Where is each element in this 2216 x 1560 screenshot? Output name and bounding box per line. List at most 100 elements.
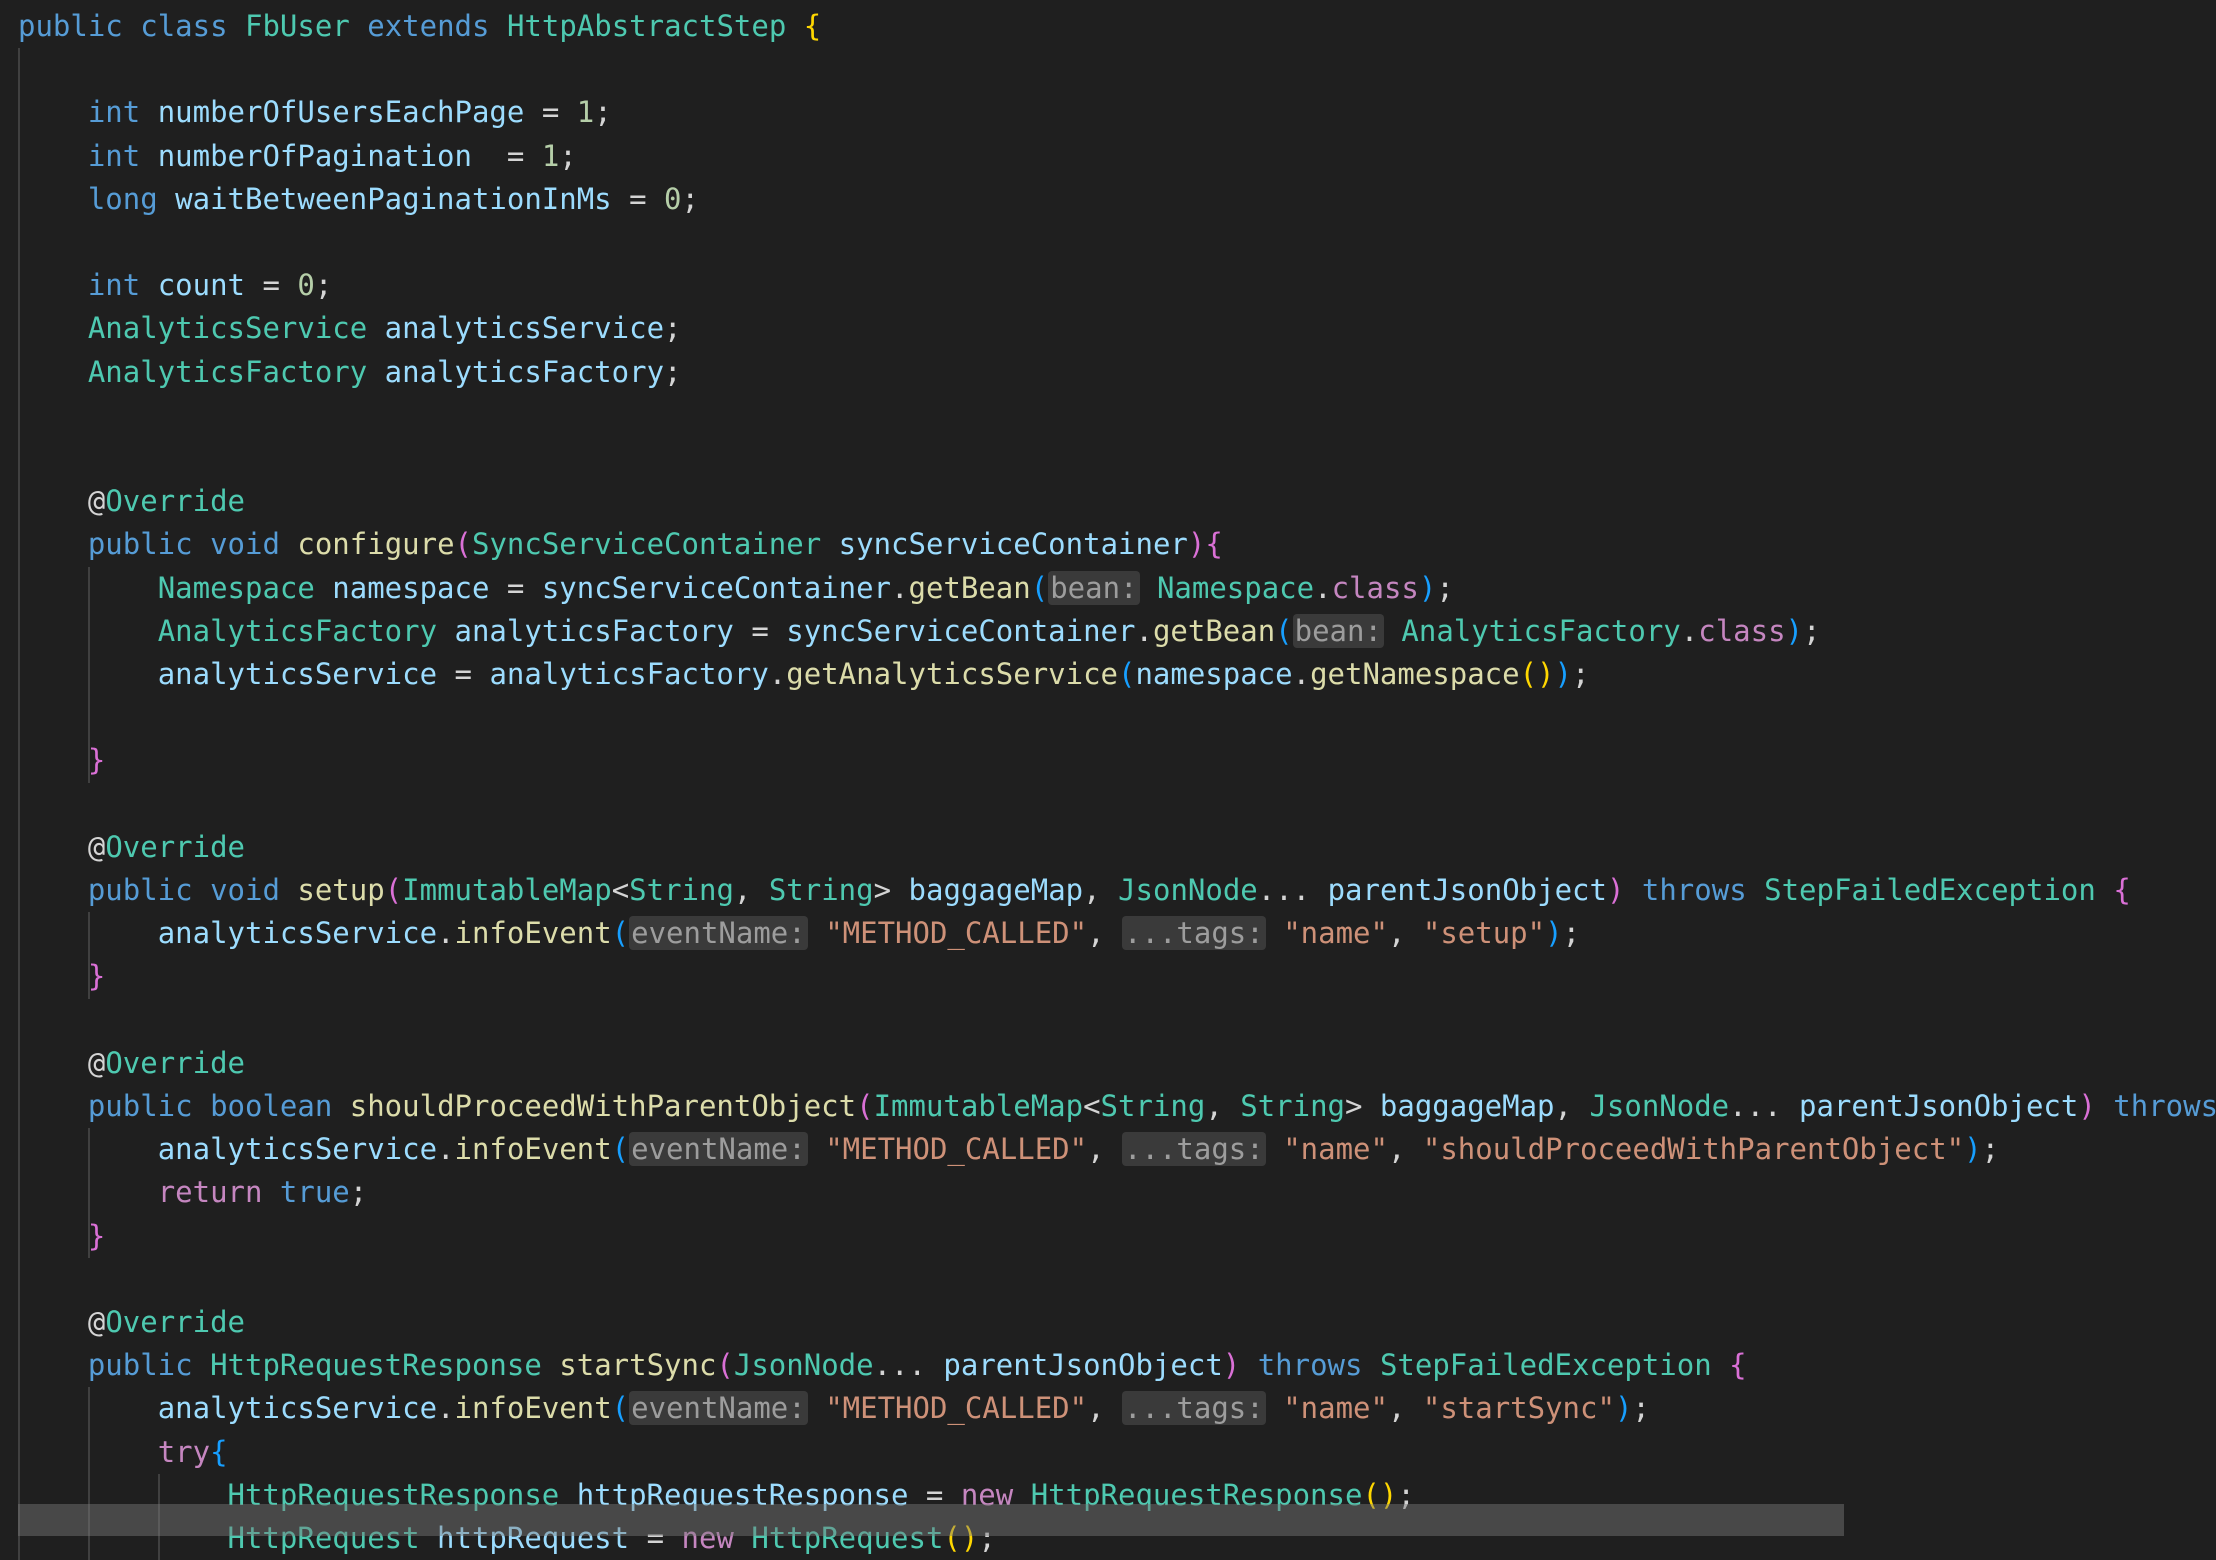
code-token: . — [437, 1132, 455, 1167]
code-token: ; — [664, 354, 682, 389]
code-line[interactable]: return true; — [18, 1171, 368, 1214]
code-token: @ — [87, 1045, 106, 1080]
code-line[interactable]: long waitBetweenPaginationInMs = 0; — [18, 178, 699, 221]
code-line[interactable]: analyticsService.infoEvent(eventName: "M… — [18, 912, 1580, 955]
code-token: ) — [1606, 873, 1625, 907]
code-line[interactable]: public HttpRequestResponse startSync(Jso… — [18, 1344, 1747, 1387]
code-token: ; — [594, 95, 612, 130]
code-token: throws — [1257, 1348, 1363, 1383]
code-token: public — [18, 9, 123, 43]
code-token: class — [140, 9, 228, 43]
code-line[interactable]: public boolean shouldProceedWithParentOb… — [18, 1085, 2216, 1128]
code-token: Override — [105, 1305, 245, 1339]
code-token: ImmutableMap — [873, 1089, 1084, 1123]
inlay-hint: eventName: — [629, 916, 808, 951]
code-token: 1 — [541, 138, 560, 173]
code-token: ( — [454, 527, 472, 562]
code-token: ; — [1562, 916, 1581, 951]
code-token: ; — [1981, 1132, 2000, 1167]
code-token: { — [1729, 1348, 1747, 1383]
code-line[interactable]: } — [18, 955, 105, 998]
code-token: = — [245, 268, 298, 303]
code-token: analyticsService — [157, 657, 438, 691]
code-editor[interactable]: public class FbUser extends HttpAbstract… — [0, 0, 2216, 1560]
indent-guide — [18, 48, 20, 1560]
code-line[interactable]: int numberOfUsersEachPage = 1; — [18, 91, 612, 134]
code-line[interactable]: analyticsService = analyticsFactory.getA… — [18, 653, 1590, 696]
code-token: boolean — [210, 1089, 333, 1123]
code-token: numberOfUsersEachPage — [157, 95, 525, 130]
code-token: ; — [349, 1175, 368, 1210]
code-line[interactable]: analyticsService.infoEvent(eventName: "M… — [18, 1387, 1650, 1430]
code-line[interactable]: public void configure(SyncServiceContain… — [18, 523, 1223, 566]
code-token: ; — [664, 311, 682, 346]
code-token: 0 — [664, 181, 682, 216]
code-token: class — [1331, 570, 1419, 605]
code-line[interactable]: public class FbUser extends HttpAbstract… — [18, 5, 821, 48]
code-token: FbUser — [245, 9, 350, 43]
code-token: String — [1240, 1089, 1345, 1123]
code-token: analyticsFactory — [384, 354, 665, 389]
code-token: . — [1314, 570, 1332, 605]
code-line[interactable]: public void setup(ImmutableMap<String, S… — [18, 869, 2131, 912]
code-token: , — [1087, 916, 1123, 951]
code-token: ) — [1785, 613, 1804, 648]
code-token: JsonNode — [733, 1348, 874, 1383]
code-token: syncServiceContainer — [786, 613, 1136, 648]
code-line[interactable]: int count = 0; — [18, 264, 333, 307]
code-token: . — [437, 1391, 455, 1426]
code-line[interactable]: Namespace namespace = syncServiceContain… — [18, 567, 1454, 610]
code-token: getAnalyticsService — [786, 657, 1118, 691]
code-line[interactable]: try{ — [18, 1431, 228, 1474]
code-token: = — [489, 570, 542, 605]
code-token: configure — [297, 527, 455, 562]
code-token: 1 — [576, 95, 595, 130]
horizontal-scrollbar[interactable] — [18, 1504, 1844, 1536]
code-token: "METHOD_CALLED" — [825, 1391, 1088, 1426]
code-line[interactable]: AnalyticsFactory analyticsFactory = sync… — [18, 610, 1820, 653]
code-token: return — [157, 1175, 263, 1210]
code-token: public — [87, 873, 193, 907]
code-token: . — [1135, 613, 1153, 648]
code-line[interactable]: AnalyticsService analyticsService; — [18, 307, 682, 350]
code-token: namespace — [1135, 657, 1293, 691]
indent-guide — [88, 912, 90, 999]
code-token: waitBetweenPaginationInMs — [175, 181, 612, 216]
code-token: , — [1554, 1089, 1590, 1123]
code-line[interactable]: @Override — [18, 1042, 245, 1085]
code-token: "startSync" — [1422, 1391, 1615, 1426]
code-token: parentJsonObject — [1798, 1089, 2079, 1123]
code-line[interactable]: analyticsService.infoEvent(eventName: "M… — [18, 1128, 1999, 1171]
code-line[interactable]: @Override — [18, 1301, 245, 1344]
code-token: String — [629, 873, 734, 907]
code-token: ( — [856, 1089, 874, 1123]
code-token: infoEvent — [454, 1132, 612, 1167]
code-token: analyticsService — [157, 1391, 438, 1426]
code-line[interactable]: @Override — [18, 480, 245, 523]
code-line[interactable]: @Override — [18, 826, 245, 869]
code-line[interactable]: AnalyticsFactory analyticsFactory; — [18, 351, 682, 394]
code-line[interactable]: int numberOfPagination = 1; — [18, 135, 577, 178]
code-token: @ — [87, 484, 106, 519]
code-token: ( — [1275, 613, 1293, 648]
code-token: throws — [2113, 1089, 2216, 1123]
code-line[interactable]: } — [18, 739, 105, 782]
code-token: ; — [314, 268, 333, 303]
code-token: > — [1345, 1089, 1380, 1123]
code-line[interactable]: } — [18, 1215, 105, 1258]
code-token: String — [1100, 1089, 1206, 1123]
code-token: AnalyticsFactory — [157, 613, 438, 648]
code-token: ( — [611, 1391, 630, 1426]
code-token: extends — [367, 9, 490, 43]
